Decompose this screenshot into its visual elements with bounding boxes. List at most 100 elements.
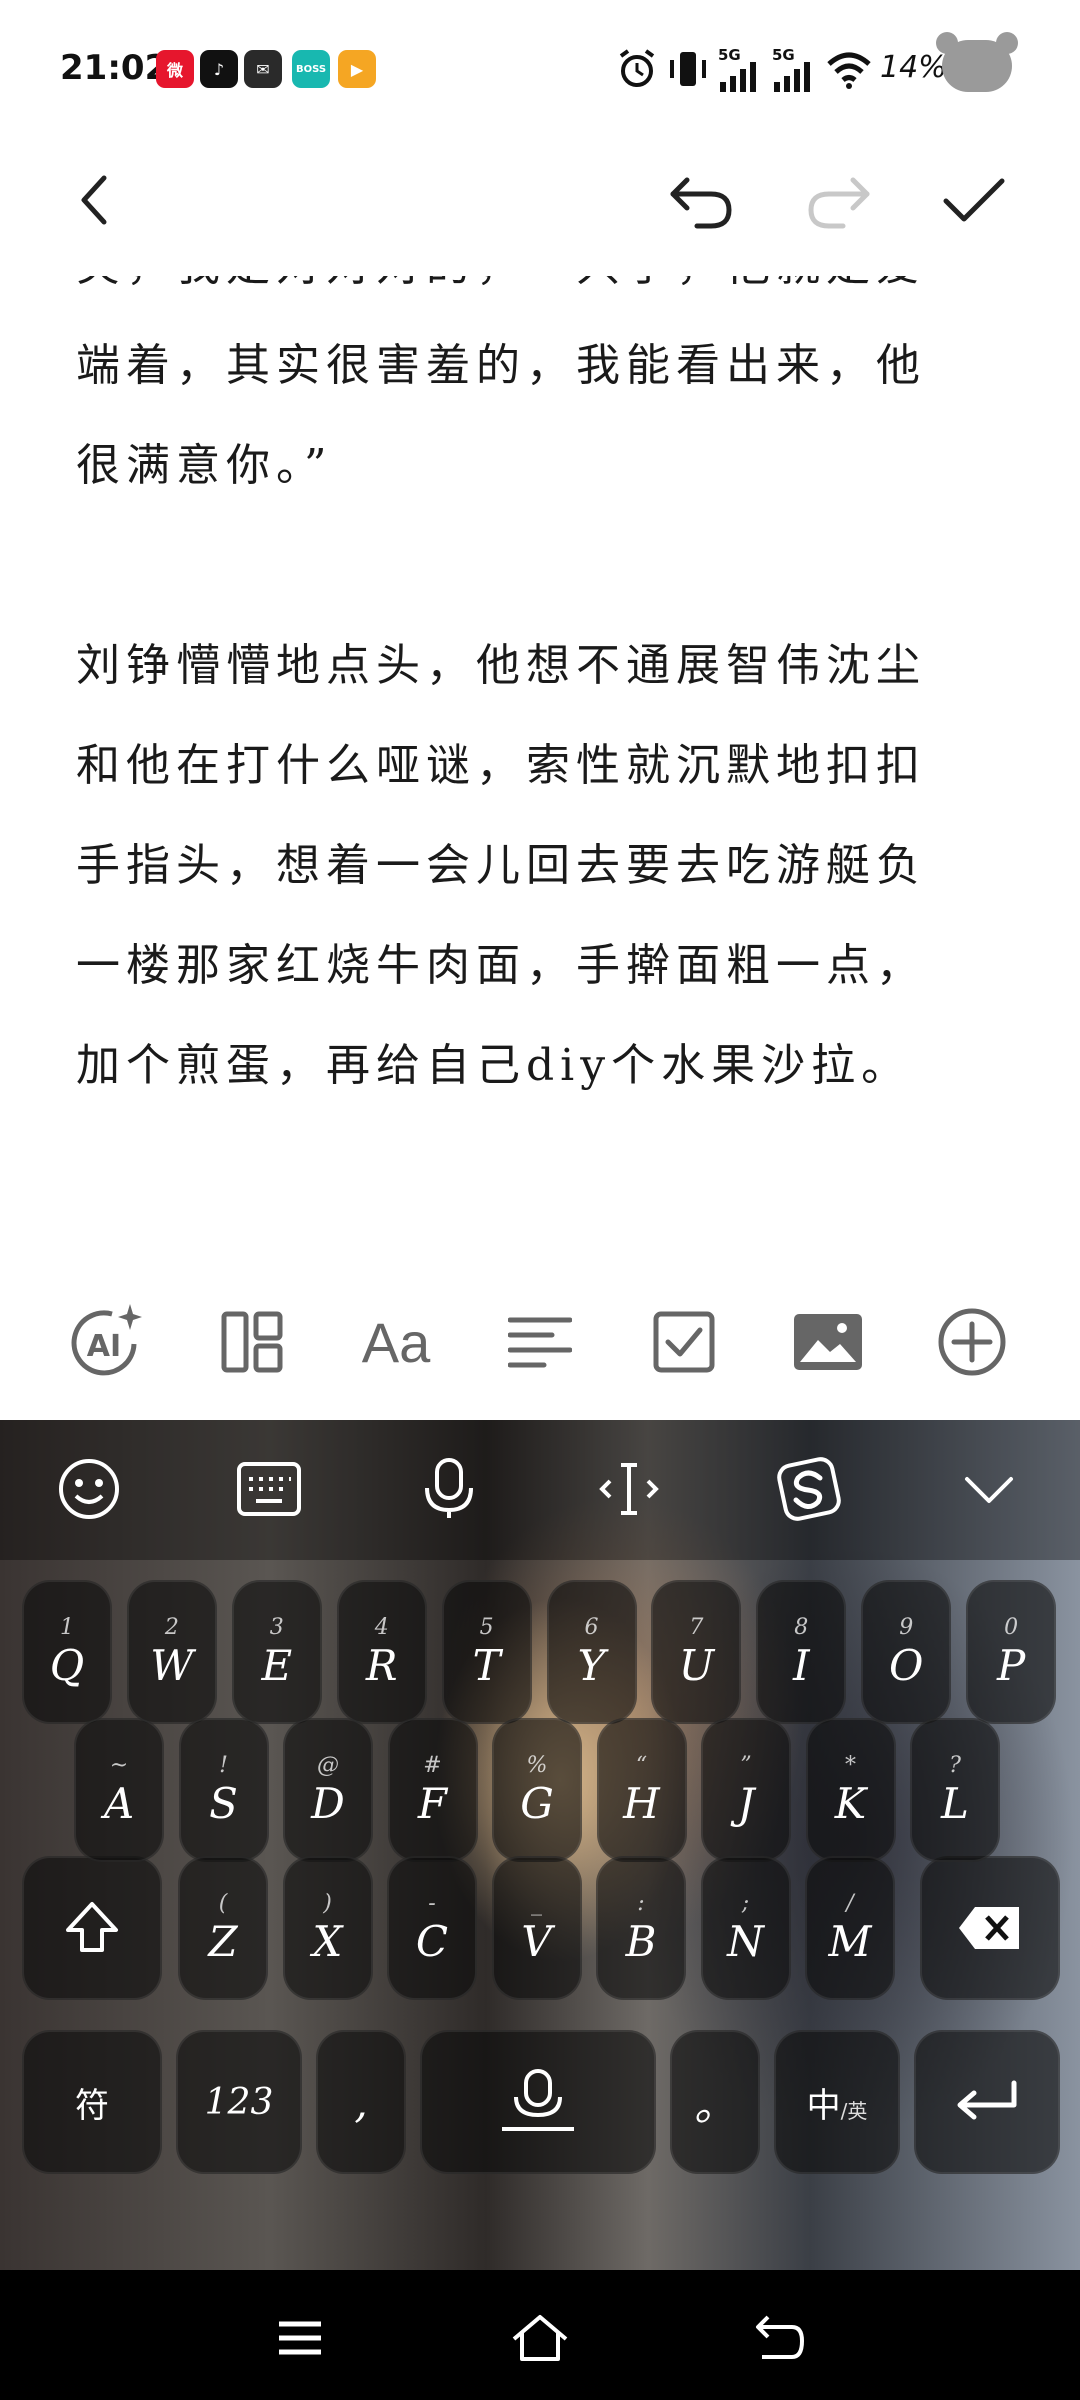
- key-secondary-label: 5: [479, 1614, 494, 1640]
- home-button[interactable]: [500, 2298, 580, 2378]
- comma-key[interactable]: ,: [316, 2030, 406, 2174]
- system-nav-bar: [0, 2270, 1080, 2400]
- key-j[interactable]: ” J: [701, 1718, 791, 1862]
- sogou-logo-icon: [777, 1457, 841, 1521]
- note-editor[interactable]: 笑，我是对对对的，一只手，他就是爱 端着，其实很害羞的，我能看出来，他 很满意你…: [0, 276, 1080, 1276]
- period-key[interactable]: 。: [670, 2030, 760, 2174]
- collapse-keyboard-button[interactable]: [946, 1446, 1032, 1532]
- shift-key[interactable]: [22, 1856, 162, 2000]
- key-u[interactable]: 7U: [651, 1580, 742, 1724]
- key-g[interactable]: % G: [492, 1718, 582, 1862]
- backspace-key[interactable]: [920, 1856, 1060, 2000]
- paragraph-1[interactable]: 端着，其实很害羞的，我能看出来，他 很满意你。”: [76, 316, 996, 516]
- key-l[interactable]: ? L: [910, 1718, 1000, 1862]
- undo-button[interactable]: [662, 160, 742, 240]
- key-label: O: [888, 1640, 924, 1690]
- key-label: J: [737, 1778, 755, 1828]
- key-z[interactable]: (Z: [178, 1856, 268, 2000]
- text-line: 和他在打什么哑谜，索性就沉默地扣扣: [76, 740, 926, 791]
- text-line: 端着，其实很害羞的，我能看出来，他: [76, 340, 926, 391]
- key-secondary-label: #: [423, 1752, 442, 1778]
- cursor-button[interactable]: [586, 1446, 672, 1532]
- text-line: 很满意你。”: [76, 440, 333, 491]
- key-label: E: [261, 1640, 293, 1690]
- align-button[interactable]: [498, 1300, 582, 1384]
- home-icon: [512, 2315, 568, 2361]
- shift-icon: [66, 1902, 118, 1952]
- checklist-button[interactable]: [642, 1300, 726, 1384]
- wifi-icon: [827, 52, 871, 89]
- key-o[interactable]: 9O: [861, 1580, 952, 1724]
- voice-button[interactable]: [406, 1446, 492, 1532]
- keyboard-switch-button[interactable]: [226, 1446, 312, 1532]
- system-back-button[interactable]: [740, 2298, 820, 2378]
- key-d[interactable]: @ D: [283, 1718, 373, 1862]
- key-secondary-label: ?: [949, 1752, 961, 1778]
- key-s[interactable]: ! S: [178, 1718, 269, 1862]
- key-secondary-label: /: [846, 1890, 854, 1916]
- emoji-button[interactable]: [46, 1446, 132, 1532]
- key-p[interactable]: 0P: [966, 1580, 1057, 1724]
- signal-icon: [720, 62, 756, 92]
- key-h[interactable]: “H: [596, 1718, 687, 1862]
- key-secondary-label: :: [637, 1890, 645, 1916]
- key-label: W: [150, 1640, 194, 1690]
- confirm-button[interactable]: [934, 160, 1014, 240]
- key-secondary-label: 9: [899, 1614, 914, 1640]
- key-y[interactable]: 6Y: [546, 1580, 637, 1724]
- enter-key[interactable]: [914, 2030, 1060, 2174]
- boss-icon: BOSS: [292, 50, 330, 88]
- key-label: T: [472, 1640, 501, 1690]
- language-switch-key[interactable]: 中 /英: [774, 2030, 900, 2174]
- key-r[interactable]: 4R: [336, 1580, 427, 1724]
- enter-icon: [957, 2080, 1017, 2120]
- redo-button[interactable]: [798, 160, 878, 240]
- comma-label: ,: [354, 2077, 368, 2127]
- ai-button[interactable]: AI: [64, 1300, 148, 1384]
- key-c[interactable]: -C: [387, 1856, 477, 2000]
- key-x[interactable]: ) X: [282, 1856, 373, 2000]
- key-m[interactable]: / M: [805, 1856, 895, 2000]
- key-t[interactable]: 5T: [441, 1580, 532, 1724]
- backspace-icon: [959, 1907, 1019, 1949]
- wechat-icon: ✉: [244, 50, 282, 88]
- text-line: 手指头，想着一会儿回去要去吃游艇负: [76, 840, 926, 891]
- key-f[interactable]: # F: [387, 1718, 478, 1862]
- lang-sub-label: /英: [840, 2098, 868, 2123]
- key-secondary-label: !: [219, 1752, 228, 1778]
- battery-bear-icon: [936, 32, 1018, 92]
- recents-button[interactable]: [260, 2298, 340, 2378]
- key-secondary-label: ): [323, 1890, 332, 1916]
- key-i[interactable]: 8I: [756, 1580, 847, 1724]
- key-secondary-label: ~: [109, 1752, 129, 1778]
- key-e[interactable]: 3E: [231, 1580, 322, 1724]
- space-key[interactable]: [420, 2030, 656, 2174]
- microphone-icon: [425, 1458, 473, 1518]
- key-label: L: [941, 1778, 969, 1828]
- numbers-key[interactable]: 123: [176, 2030, 302, 2174]
- key-a[interactable]: ~ A: [74, 1718, 164, 1862]
- return-icon: [756, 2315, 804, 2359]
- layout-button[interactable]: [210, 1300, 294, 1384]
- checkbox-icon: [653, 1311, 715, 1373]
- font-style-button[interactable]: Aa: [354, 1300, 438, 1384]
- symbols-key[interactable]: 符: [22, 2030, 162, 2174]
- key-secondary-label: 6: [584, 1614, 599, 1640]
- keyboard: 符 123 , 。 中 /英 1 Q 2 W 3 E 4 R 5 T 6 Y 7 U 8 I 9 O 0 P ~ A! S @…: [0, 1420, 1080, 2270]
- key-k[interactable]: * K: [805, 1718, 896, 1862]
- key-q[interactable]: 1Q: [22, 1580, 112, 1724]
- text-align-icon: [508, 1317, 572, 1368]
- key-label: C: [415, 1916, 449, 1966]
- key-b[interactable]: :B: [596, 1856, 686, 2000]
- microphone-icon: [502, 2069, 574, 2131]
- sogou-button[interactable]: [766, 1446, 852, 1532]
- back-button[interactable]: [54, 160, 134, 240]
- paragraph-2[interactable]: 刘铮懵懵地点头，他想不通展智伟沈尘 和他在打什么哑谜，索性就沉默地扣扣 手指头，…: [76, 616, 996, 1116]
- key-label: I: [793, 1640, 810, 1690]
- image-button[interactable]: [786, 1300, 870, 1384]
- key-v[interactable]: _ V: [491, 1856, 582, 2000]
- key-n[interactable]: ; N: [700, 1856, 791, 2000]
- insert-button[interactable]: [930, 1300, 1014, 1384]
- key-secondary-label: _: [531, 1890, 542, 1916]
- key-w[interactable]: 2W: [126, 1580, 217, 1724]
